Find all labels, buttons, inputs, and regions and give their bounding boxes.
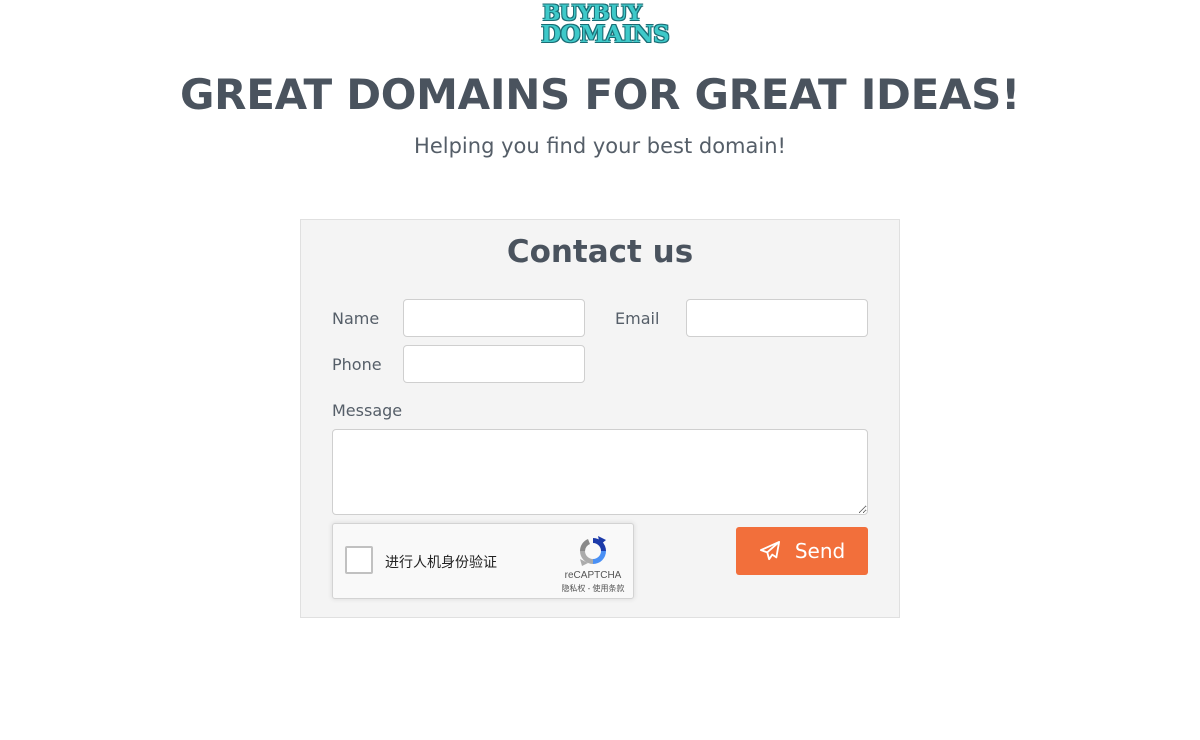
name-input[interactable] xyxy=(403,299,585,337)
page: BUYBUY DOMAINS GREAT DOMAINS FOR GREAT I… xyxy=(0,0,1200,740)
phone-label: Phone xyxy=(332,355,382,374)
phone-input[interactable] xyxy=(403,345,585,383)
hero-subtitle: Helping you find your best domain! xyxy=(414,134,786,158)
recaptcha-widget: 进行人机身份验证 reCAPTCHA 隐私权 - 使用条款 xyxy=(332,523,634,599)
name-label: Name xyxy=(332,309,380,328)
email-input[interactable] xyxy=(686,299,868,337)
logo-line-2: DOMAINS xyxy=(541,21,670,48)
recaptcha-label: 进行人机身份验证 xyxy=(385,555,497,571)
send-button-label: Send xyxy=(794,539,846,563)
hero-title: GREAT DOMAINS FOR GREAT IDEAS! xyxy=(179,70,1020,119)
site-logo[interactable]: BUYBUY DOMAINS xyxy=(541,2,670,52)
message-label: Message xyxy=(332,401,403,420)
send-button[interactable]: Send xyxy=(736,527,868,575)
email-label: Email xyxy=(615,309,660,328)
paper-plane-icon xyxy=(759,541,780,561)
contact-form-title: Contact us xyxy=(506,234,694,270)
recaptcha-links[interactable]: 隐私权 - 使用条款 xyxy=(555,583,631,594)
recaptcha-checkbox[interactable] xyxy=(345,546,373,574)
recaptcha-brand: reCAPTCHA xyxy=(564,570,622,581)
contact-form: Contact us Name Email Phone Message 进行人机… xyxy=(300,219,900,618)
recaptcha-logo-icon xyxy=(580,536,606,566)
message-textarea[interactable] xyxy=(332,429,868,515)
